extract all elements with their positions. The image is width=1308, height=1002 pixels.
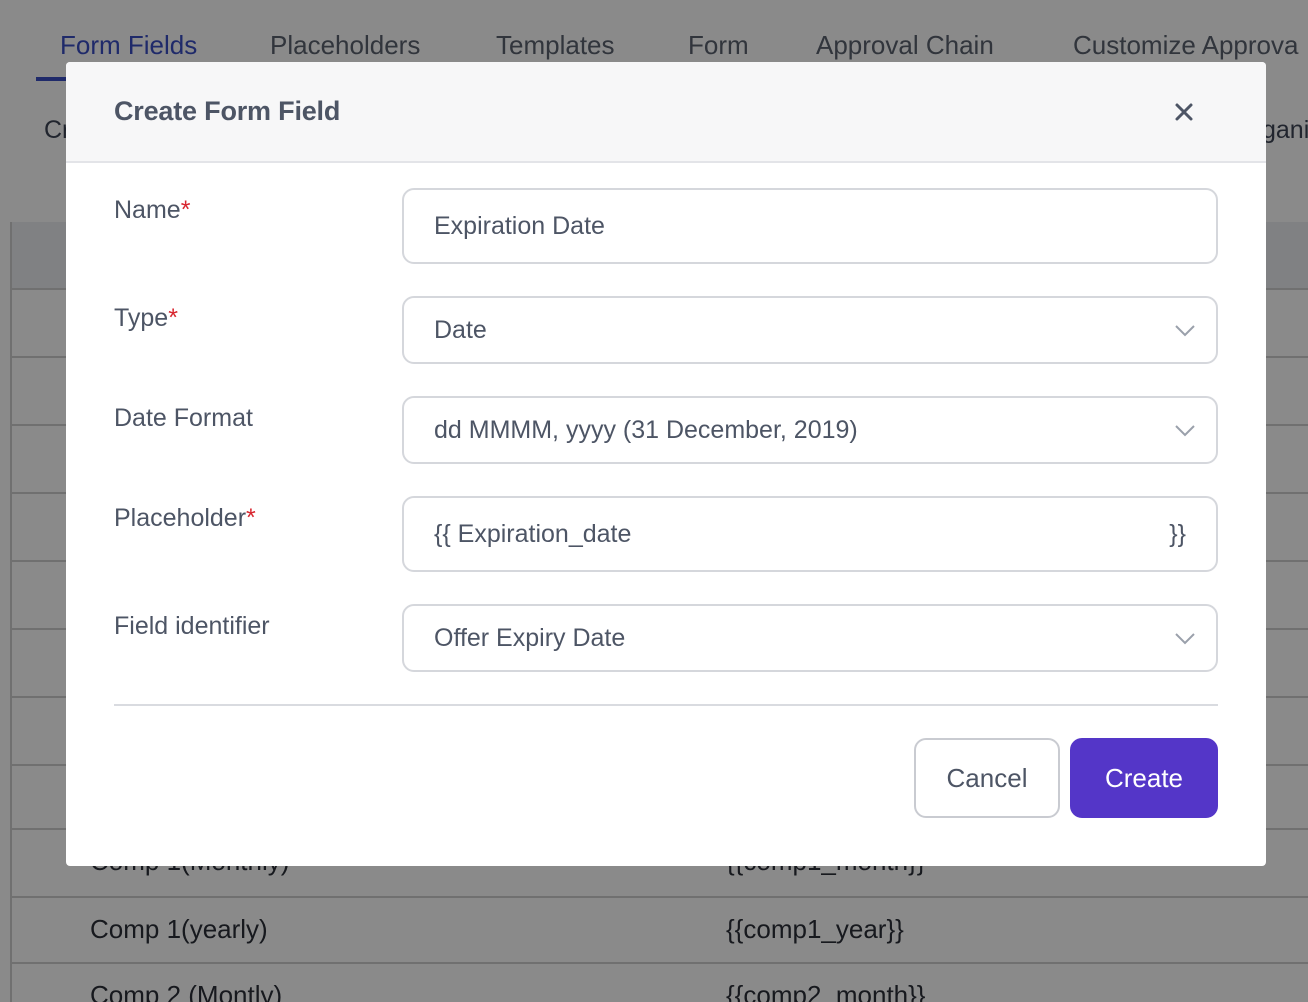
placeholder-input-value: {{ Expiration_date (434, 520, 632, 548)
required-mark: * (168, 304, 178, 332)
date-format-label: Date Format (114, 404, 253, 432)
placeholder-input[interactable]: {{ Expiration_date }} (402, 496, 1218, 572)
type-select-value: Date (434, 316, 487, 344)
name-input-value: Expiration Date (434, 212, 605, 240)
footer-divider (114, 704, 1218, 706)
placeholder-suffix: }} (1169, 520, 1186, 548)
field-identifier-value: Offer Expiry Date (434, 624, 626, 652)
close-button[interactable] (1166, 94, 1202, 130)
name-input[interactable]: Expiration Date (402, 188, 1218, 264)
chevron-down-icon (1175, 633, 1195, 645)
close-icon (1175, 103, 1193, 121)
field-identifier-select[interactable]: Offer Expiry Date (402, 604, 1218, 672)
field-identifier-label: Field identifier (114, 612, 270, 640)
required-mark: * (246, 504, 256, 532)
type-label: Type* (114, 304, 178, 332)
name-label: Name* (114, 196, 191, 224)
cancel-button[interactable]: Cancel (914, 738, 1060, 818)
date-format-value: dd MMMM, yyyy (31 December, 2019) (434, 416, 858, 444)
type-select[interactable]: Date (402, 296, 1218, 364)
placeholder-prefix: {{ (434, 520, 451, 548)
chevron-down-icon (1175, 425, 1195, 437)
date-format-select[interactable]: dd MMMM, yyyy (31 December, 2019) (402, 396, 1218, 464)
chevron-down-icon (1175, 325, 1195, 337)
required-mark: * (180, 196, 191, 224)
dialog-title: Create Form Field (114, 96, 341, 126)
create-form-field-dialog: Create Form Field Name* Expiration Date … (66, 62, 1266, 866)
placeholder-label: Placeholder* (114, 504, 256, 532)
dialog-header: Create Form Field (66, 62, 1266, 163)
create-button[interactable]: Create (1070, 738, 1218, 818)
